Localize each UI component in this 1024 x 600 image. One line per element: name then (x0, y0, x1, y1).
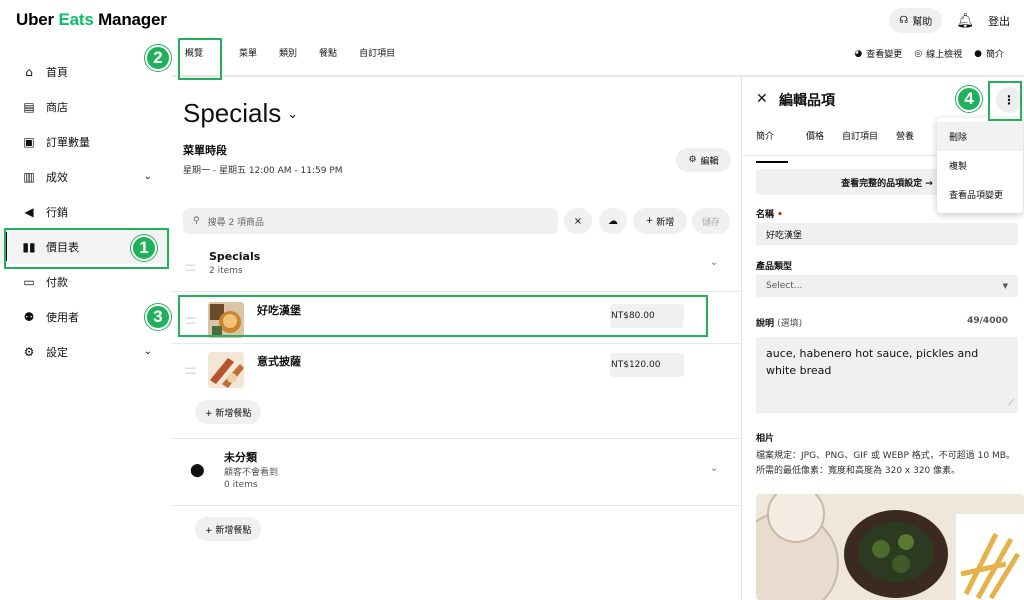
category-count: 2 items (209, 266, 243, 276)
bell-icon[interactable]: 🔔︎ (956, 13, 974, 29)
tab-overview[interactable]: 簡介 (756, 129, 789, 163)
highlight-box (178, 295, 708, 337)
plus-icon: + (645, 216, 654, 226)
category-name: Specials (209, 250, 261, 263)
sidebar-item-marketing[interactable]: ◀ 行銷 (0, 194, 170, 229)
price-input[interactable]: NT$120.00 (610, 353, 684, 377)
sidebar-item-orders[interactable]: ▣ 訂單數量 (0, 124, 170, 159)
chart-icon: ▥ (23, 169, 35, 184)
sidebar-item-store[interactable]: ▤ 商店 (0, 89, 170, 124)
search-input[interactable]: ⚲ 搜尋 2 項商品 (183, 208, 558, 234)
menu-actions: ◕ 查看變更 ◎ 線上檢視 ● 簡介 (854, 47, 1004, 61)
photo-requirements: 檔案規定：JPG、PNG、GIF 或 WEBP 格式，不可超過 10 MB。所需… (756, 451, 1015, 476)
cloud-upload-icon: ☁ (608, 215, 618, 227)
tab-price[interactable]: 價格 (806, 129, 824, 163)
tab-modifiers[interactable]: 自訂項目 (842, 129, 878, 163)
upload-button[interactable]: ☁ (599, 208, 627, 234)
menu-item-duplicate[interactable]: 複製 (937, 151, 1023, 180)
collapse-icon: ⨯ (573, 215, 583, 227)
sidebar-item-performance[interactable]: ▥ 成效 ⌄ (0, 159, 170, 194)
sidebar: ⌂ 首頁 ▤ 商店 ▣ 訂單數量 ▥ 成效 ⌄ ◀ 行銷 ▮▮ 價目表 ▭ 付款 ⚉ 使用者 ⚙ 設… (0, 54, 170, 369)
search-icon: ⚲ (193, 216, 200, 226)
highlight-box (178, 38, 222, 80)
name-field[interactable]: 好吃漢堡 (756, 223, 1018, 245)
preview-icon: ◎ (914, 48, 923, 59)
char-counter: 49/4000 (967, 316, 1008, 326)
intro-link[interactable]: ● 簡介 (974, 47, 1004, 61)
item-photo[interactable] (756, 494, 1024, 600)
megaphone-icon: ◀ (24, 204, 34, 219)
caret-down-icon: ▼ (1002, 282, 1008, 290)
divider (172, 343, 741, 344)
drag-handle-icon[interactable]: — — (185, 259, 197, 275)
dot-icon: ● (974, 48, 982, 59)
home-icon: ⌂ (25, 64, 33, 79)
edit-menu-button[interactable]: ⚙ 編輯 (676, 148, 731, 172)
chevron-down-icon: ⌄ (143, 171, 152, 182)
chevron-down-icon[interactable]: ⌄ (710, 257, 718, 268)
category-count: 0 items (224, 480, 258, 490)
header-actions: ☊ 幫助 🔔︎ 登出 (889, 8, 1010, 33)
menu-hours-label: 菜單時段 (183, 144, 227, 157)
item-thumbnail[interactable] (208, 352, 244, 388)
headset-icon: ☊ (899, 15, 909, 26)
menu-item-delete[interactable]: 刪除 (937, 122, 1023, 151)
preview-online-link[interactable]: ◎ 線上檢視 (914, 47, 962, 61)
add-item-button[interactable]: + 新增餐點 (195, 400, 262, 424)
save-button[interactable]: 儲存 (692, 208, 730, 234)
orders-icon: ▣ (23, 134, 35, 149)
panel-tabs: 簡介 價格 自訂項目 營養 (756, 129, 914, 163)
drag-handle-icon[interactable]: — — (185, 362, 197, 378)
category-name: 未分類 (224, 451, 257, 464)
category-subtitle: 顧客不會看到 (224, 468, 279, 478)
gear-icon: ⚙ (688, 155, 697, 165)
item-options-menu: 刪除 複製 查看品項變更 (937, 118, 1023, 213)
page-title[interactable]: Specials ⌄ (183, 98, 298, 129)
help-button[interactable]: ☊ 幫助 (889, 8, 943, 33)
hidden-category-icon: ⬤ (190, 463, 205, 478)
highlight-box (988, 81, 1022, 121)
sidebar-item-settings[interactable]: ⚙ 設定 ⌄ (0, 334, 170, 369)
payment-icon: ▭ (23, 274, 35, 289)
description-label: 說明 (選填) 49/4000 (756, 316, 1008, 329)
sidebar-item-payments[interactable]: ▭ 付款 (0, 264, 170, 299)
divider (172, 291, 741, 292)
step-marker: 3 (145, 304, 171, 330)
description-field[interactable]: auce, habenero hot sauce, pickles and wh… (756, 337, 1018, 413)
resize-grip-icon[interactable]: ⟋ (1008, 394, 1014, 411)
close-icon[interactable]: ✕ (756, 91, 768, 107)
menu-hours-value: 星期一 - 星期五 12:00 AM - 11:59 PM (183, 166, 343, 176)
collapse-button[interactable]: ⨯ (564, 208, 592, 234)
store-icon: ▤ (23, 99, 35, 114)
divider (172, 438, 741, 439)
item-name: 意式披薩 (257, 355, 301, 368)
menu-item-view-changes[interactable]: 查看品項變更 (937, 180, 1023, 209)
view-changes-link[interactable]: ◕ 查看變更 (854, 47, 902, 61)
step-marker: 2 (145, 45, 171, 71)
photo-label: 相片 (756, 434, 775, 444)
step-marker: 1 (131, 235, 157, 261)
step-marker: 4 (956, 86, 982, 112)
history-icon: ◕ (854, 48, 863, 59)
name-label: 名稱 • (756, 210, 783, 220)
divider (172, 505, 741, 506)
app-logo[interactable]: Uber Eats Manager (16, 10, 167, 30)
users-icon: ⚉ (23, 309, 35, 324)
logout-link[interactable]: 登出 (988, 13, 1010, 29)
product-type-label: 產品類型 (756, 262, 793, 272)
product-type-select[interactable]: Select... ▼ (756, 275, 1018, 297)
panel-title: 編輯品項 (779, 93, 835, 109)
add-item-button[interactable]: + 新增餐點 (195, 517, 262, 541)
chevron-down-icon[interactable]: ⌄ (710, 463, 718, 474)
tab-nutrition[interactable]: 營養 (896, 129, 914, 163)
add-button[interactable]: + 新增 (633, 208, 687, 234)
gear-icon: ⚙ (23, 344, 35, 359)
chevron-down-icon: ⌄ (143, 346, 152, 357)
chevron-down-icon: ⌄ (287, 105, 299, 121)
